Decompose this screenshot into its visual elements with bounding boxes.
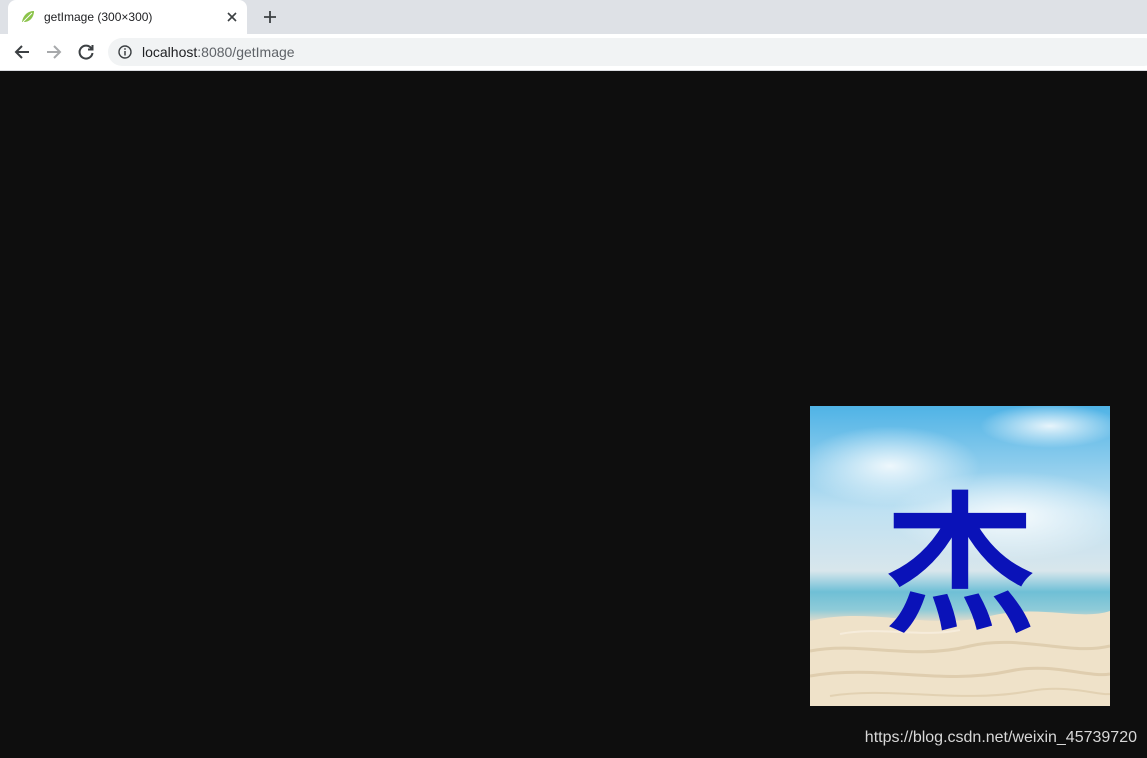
tab-strip: getImage (300×300) bbox=[0, 0, 1147, 34]
plus-icon bbox=[264, 11, 276, 23]
back-button[interactable] bbox=[10, 40, 34, 64]
info-icon[interactable] bbox=[118, 45, 132, 59]
forward-button[interactable] bbox=[42, 40, 66, 64]
toolbar: localhost:8080/getImage bbox=[0, 34, 1147, 71]
forward-arrow-icon bbox=[47, 45, 62, 59]
tab-title: getImage (300×300) bbox=[44, 10, 153, 24]
close-icon bbox=[227, 12, 237, 22]
tab-close-button[interactable] bbox=[223, 8, 241, 26]
url-text: localhost:8080/getImage bbox=[142, 44, 295, 60]
beach-image: 杰 bbox=[810, 406, 1110, 706]
page-content: 杰 https://blog.csdn.net/weixin_45739720 bbox=[0, 71, 1147, 758]
watermark-text: https://blog.csdn.net/weixin_45739720 bbox=[864, 729, 1137, 746]
url-host: localhost bbox=[142, 44, 198, 60]
browser-window: getImage (300×300) localhost:8080/getIma… bbox=[0, 0, 1147, 758]
new-tab-button[interactable] bbox=[259, 6, 281, 28]
url-path: :8080/getImage bbox=[197, 44, 295, 60]
image-character: 杰 bbox=[885, 480, 1035, 654]
back-arrow-icon bbox=[14, 45, 29, 59]
address-bar[interactable]: localhost:8080/getImage bbox=[108, 38, 1147, 66]
spring-leaf-icon bbox=[22, 11, 34, 23]
tab-getimage[interactable]: getImage (300×300) bbox=[8, 0, 247, 34]
reload-icon bbox=[78, 44, 94, 60]
reload-button[interactable] bbox=[74, 40, 98, 64]
